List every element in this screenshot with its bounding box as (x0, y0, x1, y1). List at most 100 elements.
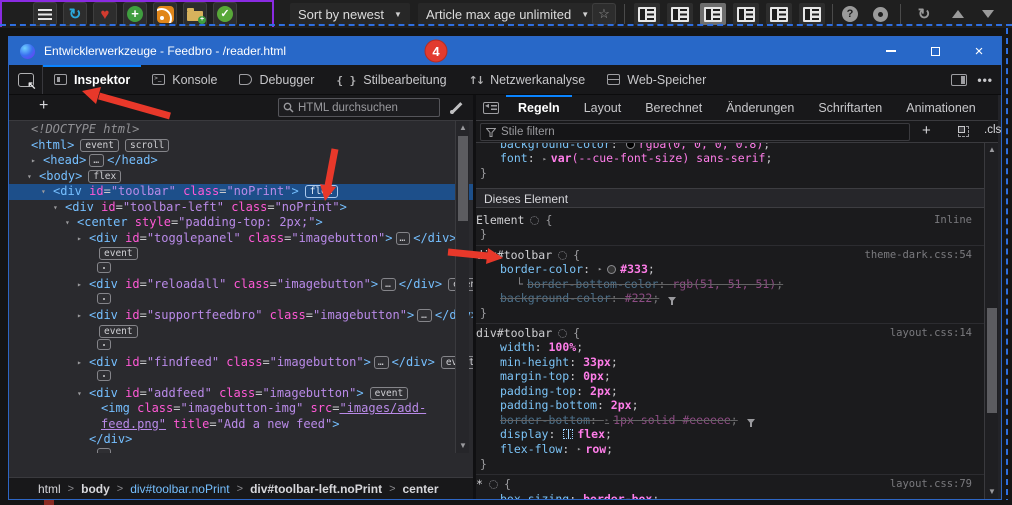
event-badge[interactable]: event (99, 247, 138, 260)
css-declaration[interactable]: background-color: #222; (476, 291, 998, 305)
tab-layout[interactable]: Layout (572, 95, 634, 120)
twisty-icon[interactable]: ▸ (31, 153, 43, 169)
twisty-icon[interactable]: ▾ (53, 200, 65, 216)
element-picker-button[interactable] (9, 65, 43, 94)
overridden-filter-icon[interactable] (668, 297, 676, 302)
markup-line[interactable]: ▸<div id="findfeed" class="imagebutton">… (9, 355, 473, 371)
rule-selector-line[interactable]: layout.css:79*{ (476, 477, 998, 491)
selector-highlighter-icon[interactable] (558, 329, 567, 338)
search-input[interactable] (298, 102, 435, 114)
tab-inspektor[interactable]: Inspektor (43, 65, 141, 94)
whitespace-badge[interactable] (97, 370, 111, 381)
flex-badge[interactable]: flex (305, 185, 338, 198)
markup-line[interactable]: feed.png" title="Add a new feed"> (9, 417, 473, 433)
markup-line[interactable]: ▸<head>…</head> (9, 153, 473, 169)
overridden-filter-icon[interactable] (747, 419, 755, 424)
css-declaration[interactable]: display: flex; (476, 427, 998, 441)
rule-selector-line[interactable]: layout.css:14div#toolbar{ (476, 326, 998, 340)
tab-debugger[interactable]: Debugger (228, 65, 325, 94)
css-declaration[interactable]: border-color: ▸#333; (476, 262, 998, 277)
sidebar-toggle-button[interactable] (476, 95, 506, 120)
expander-icon[interactable]: ▸ (577, 445, 581, 453)
breadcrumb-item[interactable]: body (78, 482, 113, 496)
twisty-icon[interactable]: ▸ (77, 277, 89, 293)
star-filter-button[interactable]: ☆ (592, 3, 616, 25)
scroll-down-button[interactable] (976, 2, 1000, 26)
style-filter-box[interactable] (480, 123, 910, 141)
css-declaration[interactable]: flex-flow: ▸row; (476, 442, 998, 457)
rule-source-link[interactable]: layout.css:14 (890, 326, 972, 340)
add-feed-button[interactable] (153, 2, 177, 26)
markup-line[interactable]: ▾<div id="toolbar" class="noPrint">flex (9, 184, 473, 200)
scrollbar-thumb[interactable] (458, 136, 468, 221)
css-declaration[interactable]: margin-top: 0px; (476, 369, 998, 383)
css-declaration[interactable]: padding-bottom: 2px; (476, 398, 998, 412)
breadcrumb-item[interactable]: div#toolbar-left.noPrint (247, 482, 385, 496)
dock-side-icon[interactable] (951, 74, 967, 86)
article-age-dropdown[interactable]: Article max age unlimited ▼ (418, 3, 597, 25)
twisty-icon[interactable]: ▾ (65, 215, 77, 231)
rule-source-link[interactable]: layout.css:79 (890, 477, 972, 491)
view-mode-4-button[interactable] (733, 3, 759, 25)
scroll-down-icon[interactable]: ▼ (985, 485, 999, 499)
expander-icon[interactable]: ▸ (605, 416, 609, 424)
eyedropper-icon[interactable] (449, 101, 463, 115)
css-declaration[interactable]: width: 100%; (476, 340, 998, 354)
css-declaration[interactable]: font: ▸var(--cue-font-size) sans-serif; (476, 151, 998, 166)
ellipsis-badge[interactable]: … (396, 232, 411, 245)
tab-konsole[interactable]: Konsole (141, 65, 228, 94)
maximize-button[interactable] (913, 37, 957, 65)
event-badge[interactable]: event (370, 387, 409, 400)
markup-scrollbar[interactable]: ▲ ▼ (455, 121, 469, 453)
css-declaration[interactable]: background-color: rgba(0, 0, 0, 0.8); (476, 143, 998, 151)
whitespace-badge[interactable] (97, 339, 111, 350)
markup-line[interactable] (9, 370, 473, 386)
color-swatch[interactable] (607, 265, 616, 274)
settings-button[interactable] (868, 2, 892, 26)
tab-berechnet[interactable]: Berechnet (633, 95, 714, 120)
scrollbar-thumb[interactable] (987, 308, 997, 413)
expander-icon[interactable]: ▸ (598, 265, 602, 273)
ellipsis-badge[interactable]: … (89, 154, 104, 167)
selector-highlighter-icon[interactable] (530, 216, 539, 225)
twisty-icon[interactable]: ▾ (41, 184, 53, 200)
markup-line[interactable]: <img class="imagebutton-img" src="images… (9, 401, 473, 417)
view-mode-6-button[interactable] (799, 3, 825, 25)
breadcrumb-item[interactable]: html (35, 482, 64, 496)
markup-line[interactable]: ▸<div id="reloadall" class="imagebutton"… (9, 277, 473, 293)
markup-line[interactable]: event (9, 246, 473, 262)
create-node-button[interactable]: + (39, 97, 48, 115)
view-mode-5-button[interactable] (766, 3, 792, 25)
markup-line[interactable]: </div> (9, 432, 473, 448)
mark-read-button[interactable] (213, 2, 237, 26)
markup-line[interactable] (9, 262, 473, 278)
twisty-icon[interactable]: ▾ (77, 386, 89, 402)
ellipsis-badge[interactable]: … (417, 309, 432, 322)
add-rule-button[interactable]: + (922, 122, 931, 139)
rules-scrollbar[interactable]: ▲ ▼ (984, 143, 998, 499)
markup-line[interactable]: <!DOCTYPE html> (9, 122, 473, 138)
css-declaration[interactable]: } (476, 457, 998, 471)
breadcrumb-item[interactable]: center (400, 482, 442, 496)
markup-line[interactable] (9, 339, 473, 355)
favorites-button[interactable]: ♥ (93, 2, 117, 26)
tab-animationen[interactable]: Animationen (894, 95, 988, 120)
twisty-icon[interactable]: ▸ (77, 355, 89, 371)
css-declaration[interactable]: └border-bottom-color: rgb(51, 51, 51); (476, 277, 998, 291)
rule-selector-line[interactable]: InlineElement{ (476, 213, 998, 227)
scroll-up-icon[interactable]: ▲ (985, 143, 999, 157)
tab-netzwerkanalyse[interactable]: Netzwerkanalyse (458, 65, 597, 94)
css-declaration[interactable]: } (476, 166, 998, 180)
scroll-up-button[interactable] (946, 2, 970, 26)
whitespace-badge[interactable] (97, 293, 111, 304)
sort-dropdown[interactable]: Sort by newest ▼ (290, 3, 410, 25)
event-badge[interactable]: event (99, 325, 138, 338)
selector-highlighter-icon[interactable] (558, 251, 567, 260)
color-swatch[interactable] (626, 143, 635, 149)
rule-source-link[interactable]: Inline (934, 213, 972, 227)
rule-source-link[interactable]: theme-dark.css:54 (865, 248, 972, 262)
markup-line[interactable]: ▾<center style="padding-top: 2px;"> (9, 215, 473, 231)
markup-line[interactable]: ▸<div id="supportfeedbro" class="imagebu… (9, 308, 473, 324)
add-button[interactable]: + (123, 2, 147, 26)
ellipsis-badge[interactable]: … (381, 278, 396, 291)
